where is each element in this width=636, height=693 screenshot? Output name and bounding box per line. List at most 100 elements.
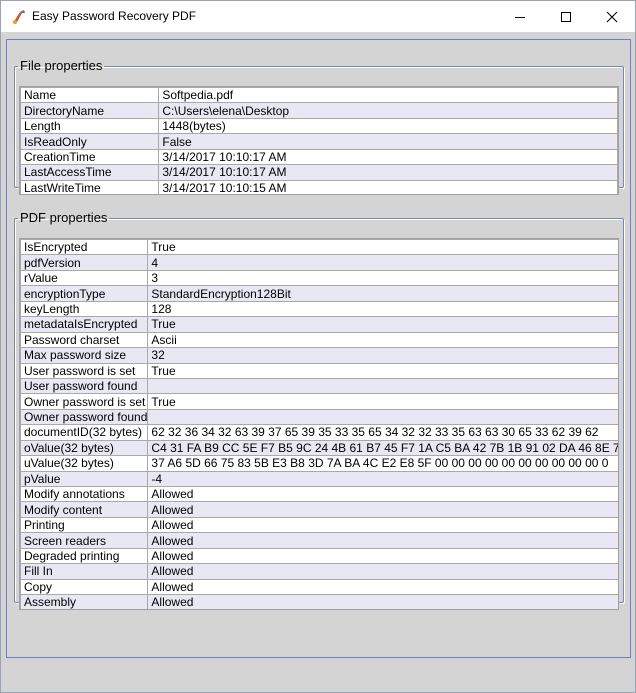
table-row[interactable]: Screen readers Allowed (20, 532, 618, 549)
property-name-cell[interactable]: rValue (20, 269, 149, 287)
table-row[interactable]: encryptionType StandardEncryption128Bit (20, 285, 618, 302)
table-row[interactable]: Degraded printing Allowed (20, 547, 618, 565)
property-value-cell[interactable]: Allowed (147, 516, 618, 534)
property-name-cell[interactable]: Owner password is set (20, 393, 149, 410)
table-row[interactable]: metadataIsEncrypted True (20, 316, 618, 333)
table-row[interactable]: IsReadOnly False (20, 133, 618, 150)
property-value-cell[interactable]: -4 (147, 470, 618, 488)
property-name-cell[interactable]: Max password size (20, 347, 149, 364)
property-value-cell[interactable]: True (147, 316, 618, 333)
property-name-cell[interactable]: Modify annotations (20, 485, 149, 503)
property-value-cell[interactable]: 4 (147, 254, 618, 271)
table-row[interactable]: Fill In Allowed (20, 563, 618, 580)
property-name-cell[interactable]: uValue(32 bytes) (20, 455, 149, 472)
property-name-cell[interactable]: Password charset (20, 331, 149, 349)
property-name-cell[interactable]: Copy (20, 578, 149, 596)
property-value-cell[interactable]: Allowed (147, 532, 618, 549)
file-properties-grid[interactable]: Name Softpedia.pdf DirectoryName C:\Users\e… (19, 86, 619, 195)
property-name-cell[interactable]: pValue (20, 470, 149, 488)
property-name-cell[interactable]: keyLength (20, 300, 149, 318)
close-button[interactable] (589, 1, 635, 32)
property-value-cell[interactable] (147, 408, 618, 426)
property-name-cell[interactable]: Modify content (20, 501, 149, 518)
table-row[interactable]: Copy Allowed (20, 578, 618, 596)
property-name-cell[interactable]: User password is set (20, 362, 149, 379)
table-row[interactable]: Owner password is set True (20, 393, 618, 410)
table-row[interactable]: Assembly Allowed (20, 594, 618, 609)
property-name-cell[interactable]: LastAccessTime (20, 164, 160, 181)
table-row[interactable]: uValue(32 bytes) 37 A6 5D 66 75 83 5B E3 … (20, 455, 618, 472)
property-value-cell[interactable]: Allowed (147, 578, 618, 596)
table-row[interactable]: LastWriteTime 3/14/2017 10:10:15 AM (20, 179, 618, 194)
table-row[interactable]: Owner password found (20, 408, 618, 426)
property-value-cell[interactable]: Ascii (147, 331, 618, 349)
property-name-cell[interactable]: metadataIsEncrypted (20, 316, 149, 333)
table-row[interactable]: DirectoryName C:\Users\elena\Desktop (20, 102, 618, 119)
table-row[interactable]: pValue -4 (20, 470, 618, 488)
property-name-cell[interactable]: DirectoryName (20, 102, 160, 119)
property-value-cell[interactable]: False (158, 133, 618, 150)
table-row[interactable]: Max password size 32 (20, 347, 618, 364)
table-row[interactable]: keyLength 128 (20, 300, 618, 318)
property-name-cell[interactable]: oValue(32 bytes) (20, 439, 149, 457)
maximize-button[interactable] (543, 1, 589, 32)
property-value-cell[interactable]: Softpedia.pdf (158, 87, 618, 104)
property-name-cell[interactable]: Fill In (20, 563, 149, 580)
property-value-cell[interactable]: 3/14/2017 10:10:17 AM (158, 164, 618, 181)
property-value-cell[interactable]: 3 (147, 269, 618, 287)
title-bar[interactable]: Easy Password Recovery PDF (1, 1, 635, 32)
property-name-cell[interactable]: User password found (20, 377, 149, 395)
property-name-cell[interactable]: Printing (20, 516, 149, 534)
property-name-cell[interactable]: Length (20, 117, 160, 135)
property-name-cell[interactable]: IsEncrypted (20, 239, 149, 256)
table-row[interactable]: LastAccessTime 3/14/2017 10:10:17 AM (20, 164, 618, 181)
table-row[interactable]: rValue 3 (20, 269, 618, 287)
table-row[interactable]: pdfVersion 4 (20, 254, 618, 271)
minimize-button[interactable] (497, 1, 543, 32)
table-row[interactable]: Password charset Ascii (20, 331, 618, 349)
property-name-cell[interactable]: Degraded printing (20, 547, 149, 565)
property-name-cell[interactable]: Name (20, 87, 160, 104)
property-value-cell[interactable]: 62 32 36 34 32 63 39 37 65 39 35 33 35 6… (147, 424, 618, 441)
property-value-cell[interactable]: 37 A6 5D 66 75 83 5B E3 B8 3D 7A BA 4C E… (147, 455, 618, 472)
property-name-cell[interactable]: LastWriteTime (20, 179, 160, 194)
table-row[interactable]: User password found (20, 377, 618, 395)
property-name-cell[interactable]: Owner password found (20, 408, 149, 426)
table-row[interactable]: Modify content Allowed (20, 501, 618, 518)
table-row[interactable]: User password is set True (20, 362, 618, 379)
property-value-cell[interactable]: 3/14/2017 10:10:17 AM (158, 148, 618, 166)
property-value-cell[interactable]: 128 (147, 300, 618, 318)
property-name-cell[interactable]: IsReadOnly (20, 133, 160, 150)
property-name-cell[interactable]: documentID(32 bytes) (20, 424, 149, 441)
property-value-cell[interactable]: True (147, 362, 618, 379)
property-value-cell[interactable]: 3/14/2017 10:10:15 AM (158, 179, 618, 194)
table-row[interactable]: Printing Allowed (20, 516, 618, 534)
property-value-cell[interactable]: 32 (147, 347, 618, 364)
property-name-cell[interactable]: Assembly (20, 594, 149, 609)
table-row[interactable]: IsEncrypted True (20, 239, 618, 256)
property-name-cell[interactable]: CreationTime (20, 148, 160, 166)
table-row[interactable]: documentID(32 bytes) 62 32 36 34 32 63 39… (20, 424, 618, 441)
property-value-cell[interactable]: Allowed (147, 501, 618, 518)
property-value-cell[interactable]: Allowed (147, 485, 618, 503)
property-value-cell[interactable]: Allowed (147, 594, 618, 609)
property-value-cell[interactable]: C4 31 FA B9 CC 5E F7 B5 9C 24 4B 61 B7 4… (147, 439, 618, 457)
table-row[interactable]: Length 1448(bytes) (20, 117, 618, 135)
property-value-cell[interactable]: StandardEncryption128Bit (147, 285, 618, 302)
property-value-cell[interactable]: True (147, 393, 618, 410)
property-value-cell[interactable]: Allowed (147, 547, 618, 565)
property-value-cell[interactable]: True (147, 239, 618, 256)
table-row[interactable]: oValue(32 bytes) C4 31 FA B9 CC 5E F7 B5 … (20, 439, 618, 457)
table-row[interactable]: Modify annotations Allowed (20, 485, 618, 503)
minimize-icon (515, 16, 525, 18)
property-name-cell[interactable]: encryptionType (20, 285, 149, 302)
table-row[interactable]: Name Softpedia.pdf (20, 87, 618, 104)
property-value-cell[interactable] (147, 377, 618, 395)
property-value-cell[interactable]: C:\Users\elena\Desktop (158, 102, 618, 119)
table-row[interactable]: CreationTime 3/14/2017 10:10:17 AM (20, 148, 618, 166)
property-value-cell[interactable]: Allowed (147, 563, 618, 580)
property-value-cell[interactable]: 1448(bytes) (158, 117, 618, 135)
property-name-cell[interactable]: Screen readers (20, 532, 149, 549)
pdf-properties-grid[interactable]: IsEncrypted True pdfVersion 4 rValue 3 encrypt… (19, 238, 619, 610)
property-name-cell[interactable]: pdfVersion (20, 254, 149, 271)
